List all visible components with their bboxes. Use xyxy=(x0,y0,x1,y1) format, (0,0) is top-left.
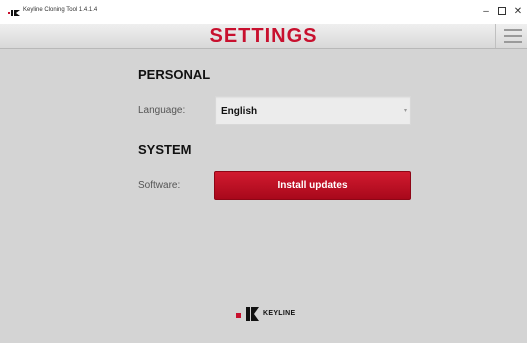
language-label: Language: xyxy=(138,105,186,116)
system-section-title: SYSTEM xyxy=(138,142,192,157)
logo-k-icon xyxy=(246,307,259,321)
app-logo-icon xyxy=(8,9,22,17)
language-select[interactable]: English ▾ xyxy=(215,96,411,125)
window-titlebar: Keyline Cloning Tool 1.4.1.4 – ✕ xyxy=(0,0,527,24)
language-select-value: English xyxy=(221,106,258,117)
header-divider xyxy=(495,24,496,48)
minimize-button[interactable]: – xyxy=(478,4,494,20)
maximize-button[interactable] xyxy=(494,4,510,20)
window-title: Keyline Cloning Tool 1.4.1.4 xyxy=(23,7,98,13)
chevron-down-icon: ▾ xyxy=(404,108,408,114)
personal-section-title: PERSONAL xyxy=(138,67,211,82)
hamburger-menu-icon[interactable] xyxy=(504,29,522,43)
close-button[interactable]: ✕ xyxy=(510,4,526,20)
page-title: SETTINGS xyxy=(209,25,318,47)
logo-text: KEYLINE xyxy=(263,310,296,317)
keyline-logo: KEYLINE xyxy=(236,305,316,325)
install-updates-button[interactable]: Install updates xyxy=(214,171,411,200)
logo-red-square xyxy=(236,313,241,318)
settings-header: SETTINGS xyxy=(0,24,527,49)
software-label: Software: xyxy=(138,180,181,191)
maximize-icon xyxy=(498,7,506,16)
